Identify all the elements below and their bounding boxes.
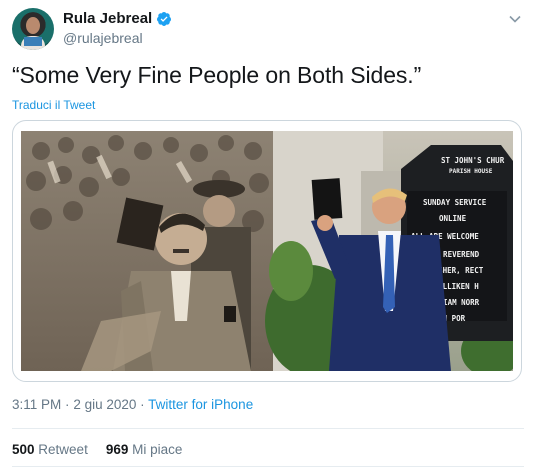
divider-bottom: [12, 466, 524, 467]
tweet-date[interactable]: 2 giu 2020: [73, 397, 136, 412]
tweet-text: “Some Very Fine People on Both Sides.”: [12, 62, 422, 88]
avatar-face: [26, 17, 40, 34]
tweet-photo[interactable]: ST JOHN'S CHUR PARISH HOUSE SUNDAY SERVI…: [21, 131, 513, 371]
display-name[interactable]: Rula Jebreal: [63, 10, 152, 27]
retweets-stat[interactable]: 500 Retweet: [12, 442, 88, 457]
chevron-down-icon[interactable]: [508, 12, 522, 26]
tweet-stats: 500 Retweet 969 Mi piace: [12, 442, 182, 457]
sign-line-1: ST JOHN'S CHUR: [441, 156, 505, 165]
retweets-label: Retweet: [38, 442, 88, 457]
likes-count: 969: [105, 442, 129, 457]
tweet-media[interactable]: ST JOHN'S CHUR PARISH HOUSE SUNDAY SERVI…: [12, 120, 522, 382]
verified-badge-icon: [157, 11, 172, 26]
sign-line-3: SUNDAY SERVICE: [423, 198, 487, 207]
divider: [12, 428, 524, 429]
avatar[interactable]: [12, 8, 54, 50]
user-handle[interactable]: @rulajebreal: [63, 30, 143, 46]
left-historic-photo: [21, 131, 273, 371]
meta-separator-2: ·: [140, 397, 145, 412]
retweets-count: 500: [12, 442, 35, 457]
sign-line-4: ONLINE: [439, 214, 467, 223]
sign-line-2: PARISH HOUSE: [449, 168, 493, 175]
tweet-meta: 3:11 PM · 2 giu 2020 · Twitter for iPhon…: [12, 397, 253, 412]
name-row: Rula Jebreal: [63, 10, 172, 27]
right-modern-photo: ST JOHN'S CHUR PARISH HOUSE SUNDAY SERVI…: [265, 131, 513, 371]
tweet-time[interactable]: 3:11 PM: [12, 397, 61, 412]
avatar-card: [24, 37, 42, 46]
likes-stat[interactable]: 969 Mi piace: [106, 442, 183, 457]
tweet-header: Rula Jebreal @rulajebreal: [12, 8, 524, 52]
tweet-source-link[interactable]: Twitter for iPhone: [148, 397, 253, 412]
meta-separator: ·: [65, 397, 70, 412]
likes-label: Mi piace: [132, 442, 183, 457]
translate-tweet-link[interactable]: Traduci il Tweet: [12, 98, 95, 112]
